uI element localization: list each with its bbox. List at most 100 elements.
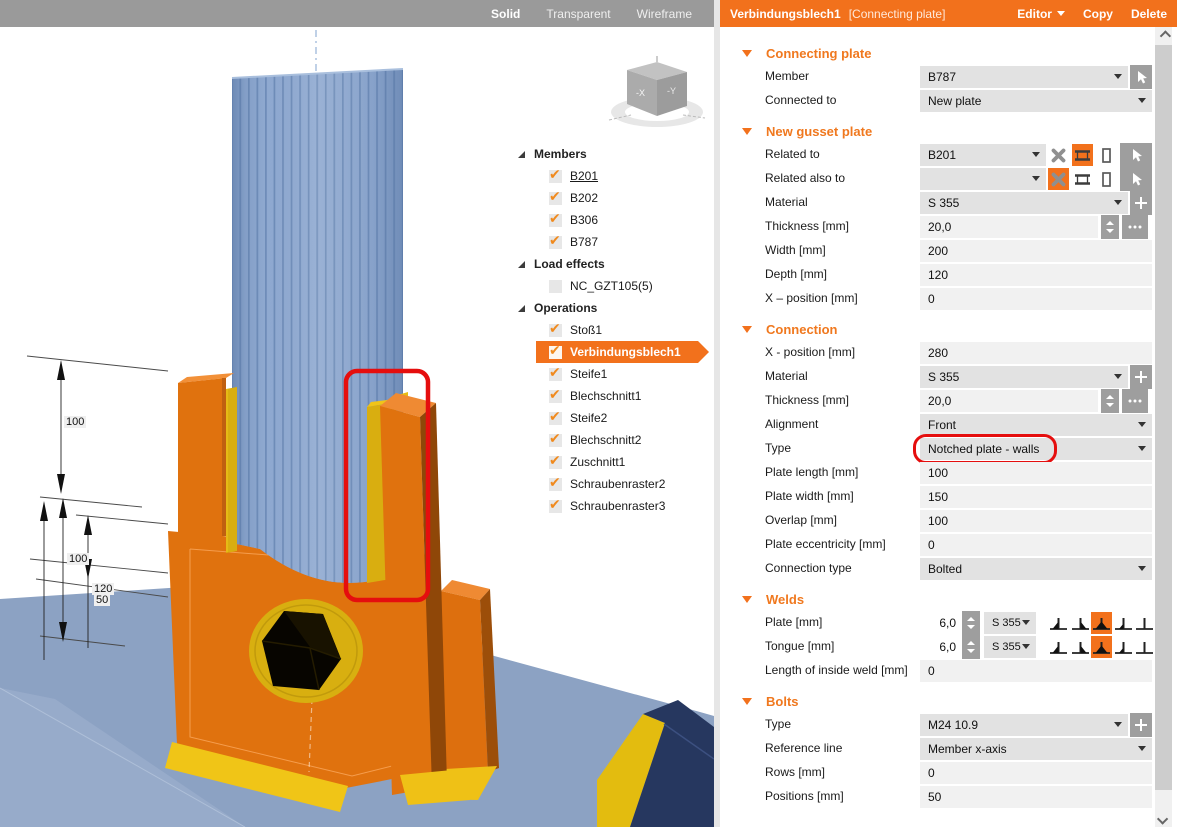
tree-item-schraubenraster3[interactable]: ✔Schraubenraster3 — [512, 495, 708, 517]
cursor-select-button[interactable] — [1120, 143, 1152, 167]
tree-expand-icon[interactable] — [518, 305, 525, 312]
section-header-connecting-plate[interactable]: Connecting plate — [720, 41, 1155, 65]
tree-item-checkbox[interactable]: ✔ — [549, 324, 562, 337]
tree-item-b306[interactable]: ✔B306 — [512, 209, 708, 231]
editor-button[interactable]: Editor — [1017, 7, 1065, 21]
spinner-button[interactable] — [1101, 389, 1119, 413]
member-dropdown[interactable]: B787 — [920, 66, 1128, 88]
connected-to-dropdown[interactable]: New plate — [920, 90, 1152, 112]
view-mode-transparent[interactable]: Transparent — [546, 7, 610, 21]
tree-section-load-effects[interactable]: Load effects — [512, 253, 708, 275]
tree-item-checkbox[interactable]: ✔ — [549, 170, 562, 183]
remove-relation-button[interactable] — [1048, 144, 1069, 166]
type-dropdown[interactable]: M24 10.9 — [920, 714, 1128, 736]
tree-item-b201[interactable]: ✔B201 — [512, 165, 708, 187]
tree-item-checkbox[interactable]: ✔ — [549, 500, 562, 513]
tree-item-checkbox[interactable] — [549, 280, 562, 293]
alignment-dropdown[interactable]: Front — [920, 414, 1152, 436]
view-mode-solid[interactable]: Solid — [491, 7, 520, 21]
weld-material-dropdown[interactable]: S 355 — [984, 636, 1036, 658]
weld-type-button-3[interactable] — [1113, 636, 1134, 658]
3d-viewport[interactable]: -X -Y 100 100 120 50 Members✔B201✔B202✔B… — [0, 27, 714, 827]
tongue-mm-input[interactable]: 6,0 — [918, 636, 956, 658]
weld-type-button-3[interactable] — [1113, 612, 1134, 634]
x-position-mm-input[interactable]: 0 — [920, 288, 1152, 310]
add-new-button[interactable] — [1130, 713, 1152, 737]
tree-item-steife1[interactable]: ✔Steife1 — [512, 363, 708, 385]
plate-width-mm-input[interactable]: 150 — [920, 486, 1152, 508]
section-header-bolts[interactable]: Bolts — [720, 689, 1155, 713]
tree-item-schraubenraster2[interactable]: ✔Schraubenraster2 — [512, 473, 708, 495]
width-mm-input[interactable]: 200 — [920, 240, 1152, 262]
copy-button[interactable]: Copy — [1083, 7, 1113, 21]
positions-mm-input[interactable]: 50 — [920, 786, 1152, 808]
weld-type-button-2[interactable] — [1091, 612, 1112, 634]
relate-to-flange-button[interactable] — [1072, 144, 1093, 166]
tree-item-verbindungsblech1[interactable]: ✔Verbindungsblech1 — [536, 341, 698, 363]
tree-item-stoß1[interactable]: ✔Stoß1 — [512, 319, 708, 341]
add-new-button[interactable] — [1130, 191, 1152, 215]
panel-scrollbar[interactable] — [1155, 27, 1172, 827]
material-dropdown[interactable]: S 355 — [920, 192, 1128, 214]
material-dropdown[interactable]: S 355 — [920, 366, 1128, 388]
tree-item-blechschnitt2[interactable]: ✔Blechschnitt2 — [512, 429, 708, 451]
add-new-button[interactable] — [1130, 365, 1152, 389]
plate-mm-input[interactable]: 6,0 — [918, 612, 956, 634]
tree-expand-icon[interactable] — [518, 151, 525, 158]
tree-item-b202[interactable]: ✔B202 — [512, 187, 708, 209]
tree-item-checkbox[interactable]: ✔ — [549, 434, 562, 447]
tree-item-blechschnitt1[interactable]: ✔Blechschnitt1 — [512, 385, 708, 407]
related-to-dropdown[interactable]: B201 — [920, 144, 1046, 166]
tree-item-checkbox[interactable]: ✔ — [549, 390, 562, 403]
tree-item-checkbox[interactable]: ✔ — [549, 368, 562, 381]
view-cube[interactable]: -X -Y — [609, 56, 705, 127]
length-of-inside-weld-mm-input[interactable]: 0 — [920, 660, 1152, 682]
tree-item-nc_gzt105(5)[interactable]: NC_GZT105(5) — [512, 275, 708, 297]
thickness-mm-input[interactable]: 20,0 — [920, 390, 1098, 412]
cursor-select-button[interactable] — [1120, 167, 1152, 191]
x-position-mm-input[interactable]: 280 — [920, 342, 1152, 364]
weld-type-button-0[interactable] — [1048, 636, 1069, 658]
depth-mm-input[interactable]: 120 — [920, 264, 1152, 286]
weld-type-button-4[interactable] — [1134, 636, 1155, 658]
relate-to-web-button[interactable] — [1096, 144, 1117, 166]
view-mode-wireframe[interactable]: Wireframe — [637, 7, 692, 21]
tree-item-checkbox[interactable]: ✔ — [549, 236, 562, 249]
relate-to-flange-button[interactable] — [1072, 168, 1093, 190]
tree-item-checkbox[interactable]: ✔ — [549, 192, 562, 205]
reference-line-dropdown[interactable]: Member x-axis — [920, 738, 1152, 760]
section-header-new-gusset-plate[interactable]: New gusset plate — [720, 119, 1155, 143]
overlap-mm-input[interactable]: 100 — [920, 510, 1152, 532]
rows-mm-input[interactable]: 0 — [920, 762, 1152, 784]
tree-item-checkbox[interactable]: ✔ — [549, 478, 562, 491]
more-options-button[interactable] — [1122, 215, 1148, 239]
tree-section-operations[interactable]: Operations — [512, 297, 708, 319]
tree-item-checkbox[interactable]: ✔ — [549, 346, 562, 359]
tree-expand-icon[interactable] — [518, 261, 525, 268]
weld-type-button-1[interactable] — [1070, 612, 1091, 634]
weld-type-button-0[interactable] — [1048, 612, 1069, 634]
related-also-to-dropdown[interactable] — [920, 168, 1046, 190]
thickness-mm-input[interactable]: 20,0 — [920, 216, 1098, 238]
plate-eccentricity-mm-input[interactable]: 0 — [920, 534, 1152, 556]
tree-item-zuschnitt1[interactable]: ✔Zuschnitt1 — [512, 451, 708, 473]
section-header-welds[interactable]: Welds — [720, 587, 1155, 611]
weld-material-dropdown[interactable]: S 355 — [984, 612, 1036, 634]
more-options-button[interactable] — [1122, 389, 1148, 413]
scroll-up-button[interactable] — [1155, 27, 1172, 44]
weld-type-button-1[interactable] — [1070, 636, 1091, 658]
tree-item-checkbox[interactable]: ✔ — [549, 456, 562, 469]
type-dropdown[interactable]: Notched plate - walls — [920, 438, 1152, 460]
weld-type-button-2[interactable] — [1091, 636, 1112, 658]
tree-item-checkbox[interactable]: ✔ — [549, 214, 562, 227]
tree-item-steife2[interactable]: ✔Steife2 — [512, 407, 708, 429]
tree-item-b787[interactable]: ✔B787 — [512, 231, 708, 253]
tree-section-members[interactable]: Members — [512, 143, 708, 165]
spinner-button[interactable] — [962, 611, 980, 635]
spinner-button[interactable] — [1101, 215, 1119, 239]
relate-to-web-button[interactable] — [1096, 168, 1117, 190]
spinner-button[interactable] — [962, 635, 980, 659]
cursor-select-button[interactable] — [1130, 65, 1152, 89]
delete-button[interactable]: Delete — [1131, 7, 1167, 21]
scrollbar-thumb[interactable] — [1155, 45, 1172, 790]
